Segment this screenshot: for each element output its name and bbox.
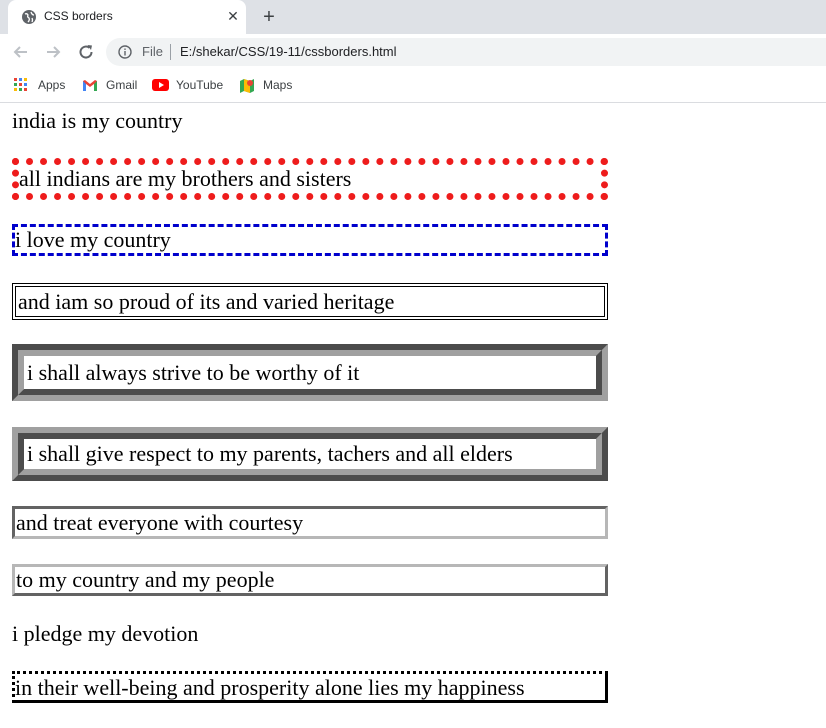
ridge-border-paragraph: i shall give respect to my parents, tach…	[12, 427, 608, 481]
bookmark-label: Maps	[263, 78, 293, 92]
maps-icon	[240, 79, 254, 93]
globe-icon	[22, 10, 36, 24]
outset-border-paragraph: to my country and my people	[12, 564, 608, 596]
bookmark-label: YouTube	[176, 78, 224, 92]
gmail-icon	[83, 80, 97, 91]
youtube-icon	[152, 79, 169, 91]
dashed-border-paragraph: i love my country	[12, 224, 608, 256]
bookmark-label: Gmail	[106, 78, 138, 92]
tab-title: CSS borders	[44, 9, 113, 23]
mixed-border-paragraph: in their well-being and prosperity alone…	[12, 671, 608, 703]
double-border-paragraph: and iam so proud of its and varied herit…	[12, 283, 608, 320]
address-bar[interactable]: File E:/shekar/CSS/19-11/cssborders.html	[106, 38, 826, 66]
url-scheme-label: File	[142, 44, 163, 59]
browser-tab[interactable]: CSS borders ✕	[8, 0, 246, 34]
browser-toolbar: File E:/shekar/CSS/19-11/cssborders.html	[0, 34, 826, 70]
address-separator	[170, 44, 171, 60]
plain-paragraph: i pledge my devotion	[12, 621, 199, 646]
page-content: india is my country all indians are my b…	[0, 103, 826, 728]
plain-paragraph: india is my country	[12, 108, 183, 133]
new-tab-button[interactable]: +	[258, 6, 280, 28]
inset-border-paragraph: and treat everyone with courtesy	[12, 506, 608, 539]
tab-strip: CSS borders ✕ +	[0, 0, 826, 34]
info-icon[interactable]	[118, 45, 132, 59]
url-text[interactable]: E:/shekar/CSS/19-11/cssborders.html	[180, 44, 397, 59]
groove-border-paragraph: i shall always strive to be worthy of it	[12, 344, 608, 401]
back-arrow-icon[interactable]	[10, 41, 32, 63]
dotted-border-paragraph: all indians are my brothers and sisters	[12, 158, 608, 200]
bookmark-label: Apps	[38, 78, 66, 92]
bookmarks-bar: Apps Gmail YouTube Maps	[0, 70, 826, 103]
close-tab-icon[interactable]: ✕	[224, 7, 242, 25]
apps-grid-icon	[14, 78, 27, 91]
forward-arrow-icon[interactable]	[42, 41, 64, 63]
reload-icon[interactable]	[75, 41, 97, 63]
